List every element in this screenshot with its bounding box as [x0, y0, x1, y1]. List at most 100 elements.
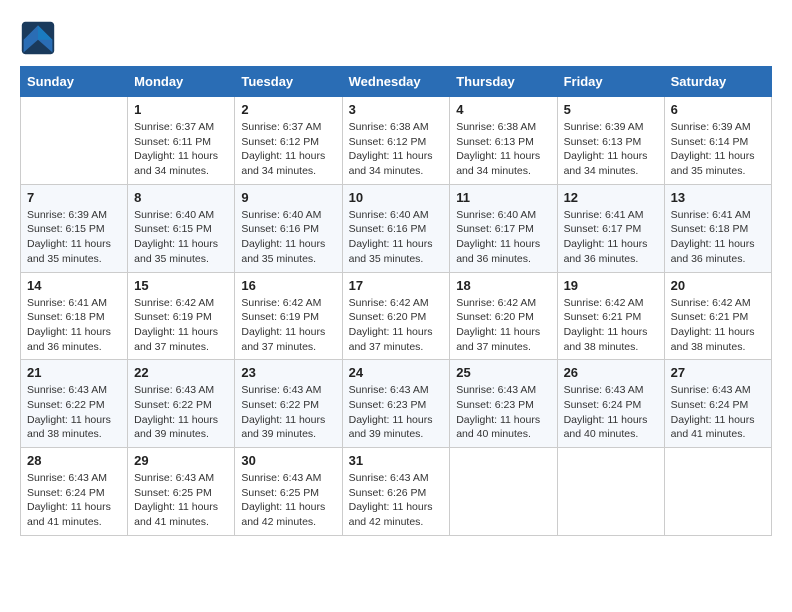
- calendar-cell: 11 Sunrise: 6:40 AM Sunset: 6:17 PM Dayli…: [450, 184, 557, 272]
- day-number: 22: [134, 365, 228, 380]
- day-header-saturday: Saturday: [664, 67, 771, 97]
- day-info: Sunrise: 6:43 AM Sunset: 6:22 PM Dayligh…: [134, 383, 228, 442]
- day-info: Sunrise: 6:38 AM Sunset: 6:12 PM Dayligh…: [349, 120, 444, 179]
- calendar-cell: 15 Sunrise: 6:42 AM Sunset: 6:19 PM Dayli…: [128, 272, 235, 360]
- day-info: Sunrise: 6:42 AM Sunset: 6:21 PM Dayligh…: [671, 296, 765, 355]
- day-info: Sunrise: 6:41 AM Sunset: 6:17 PM Dayligh…: [564, 208, 658, 267]
- day-info: Sunrise: 6:42 AM Sunset: 6:21 PM Dayligh…: [564, 296, 658, 355]
- day-info: Sunrise: 6:43 AM Sunset: 6:25 PM Dayligh…: [241, 471, 335, 530]
- calendar-week-row: 7Sunrise: 6:39 AM Sunset: 6:15 PM Daylig…: [21, 184, 772, 272]
- day-number: 30: [241, 453, 335, 468]
- day-number: 13: [671, 190, 765, 205]
- calendar-cell: 14 Sunrise: 6:41 AM Sunset: 6:18 PM Dayli…: [21, 272, 128, 360]
- calendar-cell: 8 Sunrise: 6:40 AM Sunset: 6:15 PM Daylig…: [128, 184, 235, 272]
- day-header-tuesday: Tuesday: [235, 67, 342, 97]
- day-info: Sunrise: 6:40 AM Sunset: 6:17 PM Dayligh…: [456, 208, 550, 267]
- day-number: 27: [671, 365, 765, 380]
- calendar-cell: 9Sunrise: 6:40 AM Sunset: 6:16 PM Daylig…: [235, 184, 342, 272]
- day-number: 25: [456, 365, 550, 380]
- day-number: 10: [349, 190, 444, 205]
- calendar-cell: 22 Sunrise: 6:43 AM Sunset: 6:22 PM Dayli…: [128, 360, 235, 448]
- day-info: Sunrise: 6:39 AM Sunset: 6:13 PM Dayligh…: [564, 120, 658, 179]
- day-number: 28: [27, 453, 121, 468]
- calendar-header-row: SundayMondayTuesdayWednesdayThursdayFrid…: [21, 67, 772, 97]
- day-header-monday: Monday: [128, 67, 235, 97]
- calendar-cell: 6Sunrise: 6:39 AM Sunset: 6:14 PM Daylig…: [664, 97, 771, 185]
- day-info: Sunrise: 6:43 AM Sunset: 6:24 PM Dayligh…: [564, 383, 658, 442]
- day-number: 20: [671, 278, 765, 293]
- day-info: Sunrise: 6:37 AM Sunset: 6:12 PM Dayligh…: [241, 120, 335, 179]
- calendar-week-row: 14 Sunrise: 6:41 AM Sunset: 6:18 PM Dayli…: [21, 272, 772, 360]
- day-number: 4: [456, 102, 550, 117]
- day-info: Sunrise: 6:43 AM Sunset: 6:22 PM Dayligh…: [27, 383, 121, 442]
- calendar-week-row: 1Sunrise: 6:37 AM Sunset: 6:11 PM Daylig…: [21, 97, 772, 185]
- day-number: 6: [671, 102, 765, 117]
- day-info: Sunrise: 6:43 AM Sunset: 6:24 PM Dayligh…: [671, 383, 765, 442]
- calendar-cell: 10 Sunrise: 6:40 AM Sunset: 6:16 PM Dayli…: [342, 184, 450, 272]
- day-header-friday: Friday: [557, 67, 664, 97]
- day-info: Sunrise: 6:42 AM Sunset: 6:20 PM Dayligh…: [456, 296, 550, 355]
- day-number: 29: [134, 453, 228, 468]
- calendar-cell: 23 Sunrise: 6:43 AM Sunset: 6:22 PM Dayli…: [235, 360, 342, 448]
- calendar-cell: [450, 448, 557, 536]
- day-info: Sunrise: 6:37 AM Sunset: 6:11 PM Dayligh…: [134, 120, 228, 179]
- calendar-cell: 2 Sunrise: 6:37 AM Sunset: 6:12 PM Daylig…: [235, 97, 342, 185]
- day-info: Sunrise: 6:40 AM Sunset: 6:16 PM Dayligh…: [349, 208, 444, 267]
- calendar-cell: 28 Sunrise: 6:43 AM Sunset: 6:24 PM Dayli…: [21, 448, 128, 536]
- day-number: 8: [134, 190, 228, 205]
- day-info: Sunrise: 6:43 AM Sunset: 6:24 PM Dayligh…: [27, 471, 121, 530]
- calendar-cell: 5 Sunrise: 6:39 AM Sunset: 6:13 PM Daylig…: [557, 97, 664, 185]
- day-number: 24: [349, 365, 444, 380]
- day-info: Sunrise: 6:43 AM Sunset: 6:23 PM Dayligh…: [456, 383, 550, 442]
- calendar-cell: 25 Sunrise: 6:43 AM Sunset: 6:23 PM Dayli…: [450, 360, 557, 448]
- day-number: 3: [349, 102, 444, 117]
- day-number: 2: [241, 102, 335, 117]
- day-number: 7: [27, 190, 121, 205]
- day-info: Sunrise: 6:42 AM Sunset: 6:20 PM Dayligh…: [349, 296, 444, 355]
- day-info: Sunrise: 6:41 AM Sunset: 6:18 PM Dayligh…: [27, 296, 121, 355]
- calendar-cell: 3 Sunrise: 6:38 AM Sunset: 6:12 PM Daylig…: [342, 97, 450, 185]
- day-header-thursday: Thursday: [450, 67, 557, 97]
- day-number: 15: [134, 278, 228, 293]
- calendar-cell: 7Sunrise: 6:39 AM Sunset: 6:15 PM Daylig…: [21, 184, 128, 272]
- calendar-cell: 31 Sunrise: 6:43 AM Sunset: 6:26 PM Dayli…: [342, 448, 450, 536]
- calendar-table: SundayMondayTuesdayWednesdayThursdayFrid…: [20, 66, 772, 536]
- day-number: 31: [349, 453, 444, 468]
- day-number: 5: [564, 102, 658, 117]
- calendar-cell: 19 Sunrise: 6:42 AM Sunset: 6:21 PM Dayli…: [557, 272, 664, 360]
- day-number: 21: [27, 365, 121, 380]
- day-number: 18: [456, 278, 550, 293]
- day-number: 14: [27, 278, 121, 293]
- calendar-cell: 1Sunrise: 6:37 AM Sunset: 6:11 PM Daylig…: [128, 97, 235, 185]
- day-info: Sunrise: 6:43 AM Sunset: 6:22 PM Dayligh…: [241, 383, 335, 442]
- calendar-cell: 24 Sunrise: 6:43 AM Sunset: 6:23 PM Dayli…: [342, 360, 450, 448]
- day-info: Sunrise: 6:43 AM Sunset: 6:25 PM Dayligh…: [134, 471, 228, 530]
- day-info: Sunrise: 6:43 AM Sunset: 6:23 PM Dayligh…: [349, 383, 444, 442]
- calendar-week-row: 21 Sunrise: 6:43 AM Sunset: 6:22 PM Dayli…: [21, 360, 772, 448]
- calendar-cell: 30 Sunrise: 6:43 AM Sunset: 6:25 PM Dayli…: [235, 448, 342, 536]
- calendar-cell: 26 Sunrise: 6:43 AM Sunset: 6:24 PM Dayli…: [557, 360, 664, 448]
- day-number: 23: [241, 365, 335, 380]
- day-number: 26: [564, 365, 658, 380]
- day-number: 19: [564, 278, 658, 293]
- calendar-cell: 13Sunrise: 6:41 AM Sunset: 6:18 PM Dayli…: [664, 184, 771, 272]
- day-number: 11: [456, 190, 550, 205]
- page-header: [20, 20, 772, 56]
- day-number: 16: [241, 278, 335, 293]
- day-info: Sunrise: 6:38 AM Sunset: 6:13 PM Dayligh…: [456, 120, 550, 179]
- calendar-cell: [557, 448, 664, 536]
- calendar-cell: 27 Sunrise: 6:43 AM Sunset: 6:24 PM Dayli…: [664, 360, 771, 448]
- day-header-sunday: Sunday: [21, 67, 128, 97]
- logo: [20, 20, 62, 56]
- day-info: Sunrise: 6:42 AM Sunset: 6:19 PM Dayligh…: [134, 296, 228, 355]
- day-number: 17: [349, 278, 444, 293]
- calendar-cell: 17 Sunrise: 6:42 AM Sunset: 6:20 PM Dayli…: [342, 272, 450, 360]
- calendar-cell: 20 Sunrise: 6:42 AM Sunset: 6:21 PM Dayli…: [664, 272, 771, 360]
- day-info: Sunrise: 6:43 AM Sunset: 6:26 PM Dayligh…: [349, 471, 444, 530]
- day-number: 12: [564, 190, 658, 205]
- day-number: 9: [241, 190, 335, 205]
- calendar-cell: 29 Sunrise: 6:43 AM Sunset: 6:25 PM Dayli…: [128, 448, 235, 536]
- logo-icon: [20, 20, 56, 56]
- day-info: Sunrise: 6:40 AM Sunset: 6:15 PM Dayligh…: [134, 208, 228, 267]
- day-header-wednesday: Wednesday: [342, 67, 450, 97]
